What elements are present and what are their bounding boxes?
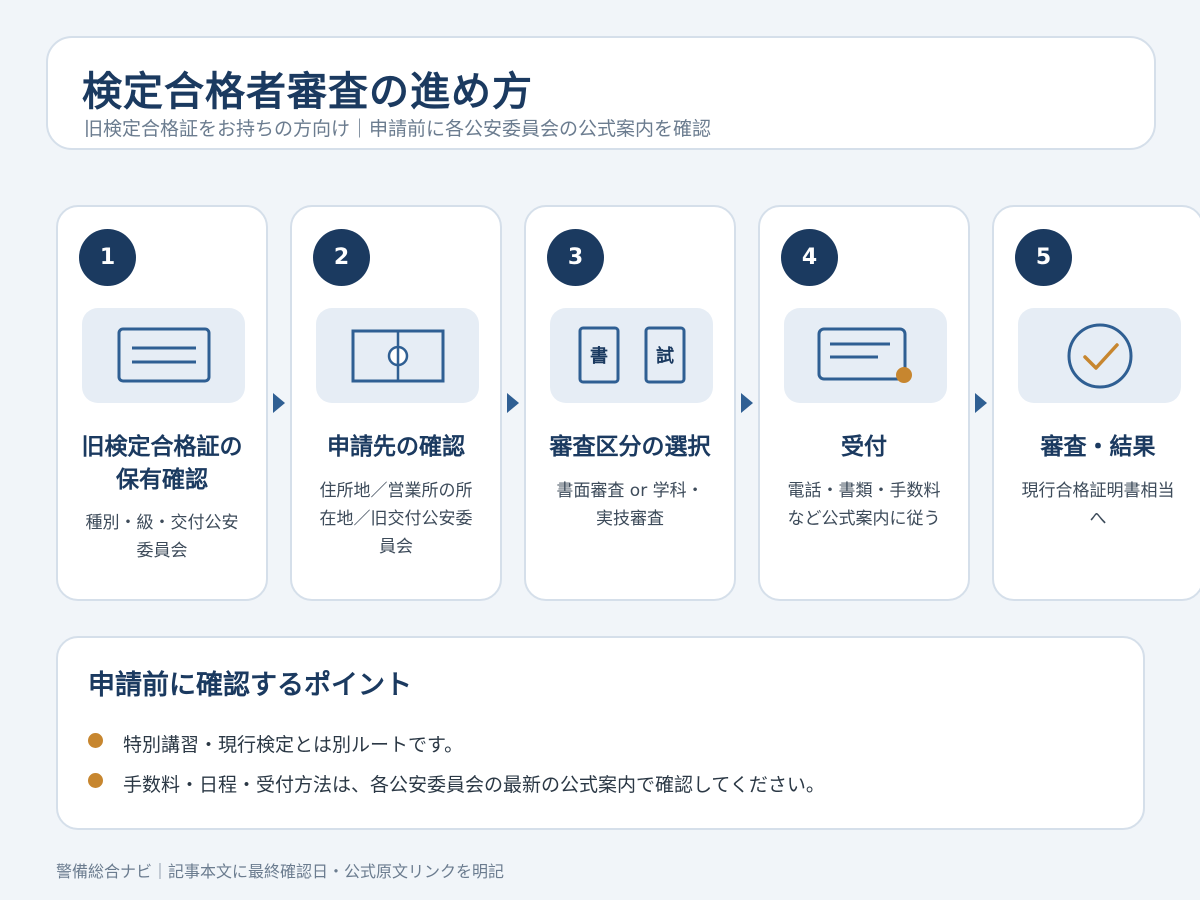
step-description: 書面審査 or 学科・ 実技審査 xyxy=(556,481,704,529)
step-number-badge: 2 xyxy=(313,229,370,286)
step-number-badge: 3 xyxy=(547,229,604,286)
page-title: 検定合格者審査の進め方 xyxy=(82,69,533,115)
step-number-badge: 4 xyxy=(781,229,838,286)
step-number-badge: 1 xyxy=(79,229,136,286)
step-title: 審査・結果 xyxy=(1040,434,1156,460)
list-item-text: 特別講習・現行検定とは別ルートです。 xyxy=(123,733,464,756)
step-icon-box xyxy=(784,308,947,403)
step-title: 申請先の確認 xyxy=(327,434,465,460)
documents-icon: 書 試 xyxy=(578,326,685,383)
step-card-4: 4 受付 電話・書類・手数料 など公式案内に従う xyxy=(758,205,970,601)
list-item: 特別講習・現行検定とは別ルートです。 xyxy=(88,729,463,757)
list-item: 手数料・日程・受付方法は、各公安委員会の最新の公式案内で確認してください。 xyxy=(88,769,825,797)
arrow-right-icon xyxy=(741,393,753,413)
check-circle-icon xyxy=(1067,323,1132,388)
svg-text:書: 書 xyxy=(590,346,608,367)
steps-flow: 1 旧検定合格証の 保有確認 種別・級・交付公安 委員会 2 申請先の確認 住所… xyxy=(0,205,1200,601)
arrow-right-icon xyxy=(273,393,285,413)
step-title: 旧検定合格証の 保有確認 xyxy=(81,434,243,493)
bullet-dot-icon xyxy=(88,772,103,788)
svg-text:試: 試 xyxy=(656,345,674,367)
page-subtitle: 旧検定合格証をお持ちの方向け｜申請前に各公安委員会の公式案内を確認 xyxy=(84,118,712,140)
arrow-right-icon xyxy=(507,393,519,413)
application-form-icon xyxy=(817,327,912,383)
step-description: 住所地／営業所の所 在地／旧交付公安委 員会 xyxy=(319,481,473,557)
step-description: 現行合格証明書相当 へ xyxy=(1021,481,1175,529)
step-title: 審査区分の選択 xyxy=(549,434,711,460)
step-icon-box xyxy=(82,308,245,403)
step-icon-box xyxy=(316,308,479,403)
header-card: 検定合格者審査の進め方 旧検定合格証をお持ちの方向け｜申請前に各公安委員会の公式… xyxy=(46,36,1156,150)
step-card-1: 1 旧検定合格証の 保有確認 種別・級・交付公安 委員会 xyxy=(56,205,268,601)
list-item-text: 手数料・日程・受付方法は、各公安委員会の最新の公式案内で確認してください。 xyxy=(123,773,825,796)
arrow-right-icon xyxy=(975,393,987,413)
step-card-3: 3 書 試 審査区分の選択 書面審査 or 学科・ 実技審査 xyxy=(524,205,736,601)
checkpoints-title: 申請前に確認するポイント xyxy=(88,670,412,701)
footer-note: 警備総合ナビ｜記事本文に最終確認日・公式原文リンクを明記 xyxy=(56,862,505,881)
map-location-icon xyxy=(351,329,444,382)
id-card-icon xyxy=(117,327,210,382)
step-icon-box xyxy=(1018,308,1181,403)
bullet-dot-icon xyxy=(88,732,103,748)
step-icon-box: 書 試 xyxy=(550,308,713,403)
step-card-5: 5 審査・結果 現行合格証明書相当 へ xyxy=(992,205,1200,601)
step-card-2: 2 申請先の確認 住所地／営業所の所 在地／旧交付公安委 員会 xyxy=(290,205,502,601)
step-title: 受付 xyxy=(841,434,887,460)
step-number-badge: 5 xyxy=(1015,229,1072,286)
checkpoints-card: 申請前に確認するポイント 特別講習・現行検定とは別ルートです。 手数料・日程・受… xyxy=(56,636,1145,830)
step-description: 電話・書類・手数料 など公式案内に従う xyxy=(787,481,941,529)
step-description: 種別・級・交付公安 委員会 xyxy=(85,513,239,561)
